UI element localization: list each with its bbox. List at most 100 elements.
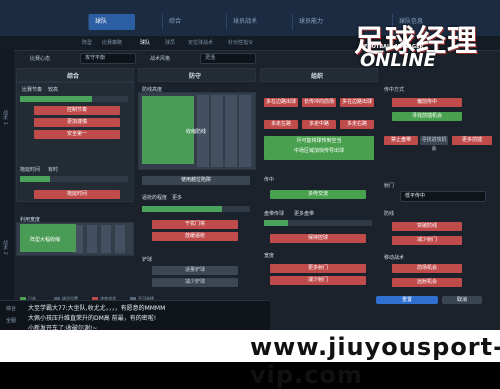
pressing-slider[interactable] bbox=[142, 206, 250, 212]
chat-label-general[interactable]: 综合 bbox=[6, 305, 16, 312]
wing-out-left-button[interactable]: 多在边路出球 bbox=[264, 98, 298, 107]
slow-press-button[interactable]: 放缓逼抢 bbox=[152, 232, 238, 241]
long-shot-label: 远射机会 bbox=[416, 279, 437, 285]
mentality-label: 比赛心态 bbox=[30, 56, 51, 62]
tab-overview[interactable]: 综合 bbox=[162, 14, 217, 30]
safety-first-button[interactable]: 安全第一 bbox=[34, 130, 120, 139]
tab-team-label: 球队 bbox=[95, 18, 108, 25]
go-center-button[interactable]: 多走中路 bbox=[302, 120, 336, 129]
go-left-label: 多走左路 bbox=[270, 121, 291, 127]
shoot-label: 射门 bbox=[384, 183, 395, 189]
go-right-button[interactable]: 多走右路 bbox=[340, 120, 374, 129]
watermark-url: www.jiuyousport-vip.com bbox=[250, 333, 500, 389]
wing-out-left-label: 多在边路出球 bbox=[265, 99, 296, 105]
cancel-button[interactable]: 取消 bbox=[442, 296, 482, 304]
chat-line-2: 大佩小孩压升维直荣升的DM高 前最，有的密啦! bbox=[28, 315, 157, 322]
moderate-tackle-label: 适量铲球 bbox=[184, 267, 205, 273]
seek-attack-button[interactable]: 寻找进攻机会 bbox=[420, 136, 448, 152]
front-chance-label: 前场机会 bbox=[416, 265, 437, 271]
tab-team[interactable]: 球队 bbox=[88, 14, 135, 30]
chat-label-server[interactable]: 全服 bbox=[6, 317, 16, 324]
wing-out-right-button[interactable]: 多在边路出球 bbox=[340, 98, 374, 107]
pass-to-space-label: 尽可能将球传到空当 bbox=[296, 138, 342, 144]
subtab-strategy[interactable]: 比赛策略 bbox=[102, 39, 122, 46]
more-careful-label: 更加谨慎 bbox=[66, 119, 87, 125]
long-shot-button[interactable]: 远射机会 bbox=[392, 278, 462, 287]
tab-player-ability[interactable]: 球员能力 bbox=[292, 14, 341, 30]
disrupt-keeper-label: 干扰门将 bbox=[184, 221, 205, 227]
more-runs-label: 更多前插 bbox=[461, 137, 482, 143]
no-dribble-button[interactable]: 禁止盘带 bbox=[384, 136, 418, 145]
subtab-team[interactable]: 球队 bbox=[140, 39, 150, 46]
pressing-value: 更多 bbox=[172, 195, 183, 201]
safety-first-label: 安全第一 bbox=[66, 131, 87, 137]
fewer-shots-button[interactable]: 减少射门 bbox=[270, 276, 366, 285]
shoot-dropdown[interactable]: 低平传中 bbox=[400, 191, 486, 202]
subtab-instructions[interactable]: 针对性指令 bbox=[228, 39, 253, 46]
style-value: 灵活 bbox=[205, 55, 216, 61]
more-careful-button[interactable]: 更加谨慎 bbox=[34, 118, 120, 127]
time-wasting-value: 有时 bbox=[48, 167, 59, 173]
defense-header: 防守 bbox=[138, 68, 256, 82]
mentality-value: 攻守平衡 bbox=[85, 55, 106, 61]
defense-title: 防守 bbox=[189, 73, 202, 80]
early-cross-button[interactable]: 偏前传中 bbox=[392, 98, 462, 107]
tab-overview-label: 综合 bbox=[169, 18, 182, 25]
time-wasting-button-label: 拖延时间 bbox=[66, 191, 87, 197]
cancel-label: 取消 bbox=[456, 297, 467, 303]
disrupt-keeper-button[interactable]: 干扰门将 bbox=[152, 220, 238, 229]
long-pass-button[interactable]: 长传冲向前场 bbox=[302, 98, 336, 107]
keep-ball-label: 保持控球 bbox=[307, 235, 328, 241]
narrow-defense-label: 收缩防线 bbox=[186, 129, 207, 135]
tempo-label: 比赛节奏 bbox=[22, 87, 43, 93]
dribble-label: 盘带传球 bbox=[264, 211, 285, 217]
cross-more-label: 多传交流 bbox=[307, 191, 328, 197]
more-shots-button[interactable]: 更多射门 bbox=[270, 264, 366, 273]
attack-lines-label: 传中方式 bbox=[384, 87, 405, 93]
tab-player-tactics[interactable]: 球员战术 bbox=[226, 14, 283, 30]
offside-trap-button[interactable]: 使用越位陷阱 bbox=[142, 176, 250, 185]
reset-button[interactable]: 重置 bbox=[376, 296, 438, 304]
slow-press-label: 放缓逼抢 bbox=[184, 233, 205, 239]
tempo-slider[interactable] bbox=[20, 96, 128, 102]
no-dribble-label: 禁止盘带 bbox=[390, 137, 411, 143]
go-center-label: 多走中路 bbox=[308, 121, 329, 127]
front-chance-button[interactable]: 前场机会 bbox=[392, 264, 462, 273]
time-wasting-label: 拖延时间 bbox=[20, 167, 41, 173]
dribble-value: 更多盘带 bbox=[294, 211, 315, 217]
style-dropdown[interactable]: 灵活 bbox=[200, 53, 256, 64]
break-line-button[interactable]: 突破防线 bbox=[392, 222, 462, 231]
go-left-button[interactable]: 多走左路 bbox=[264, 120, 298, 129]
tactic-2-tab[interactable]: 战术 2 bbox=[2, 240, 9, 255]
organization-title: 组织 bbox=[311, 73, 324, 80]
watermark-bar: www.jiuyousport-vip.com bbox=[0, 330, 500, 389]
pass-to-space-button[interactable]: 尽可能将球传到空当 中场区域加快传导出球 bbox=[264, 136, 374, 160]
moderate-tackle-button[interactable]: 适量铲球 bbox=[152, 266, 238, 275]
subtab-setpiece[interactable]: 定位球战术 bbox=[188, 39, 213, 46]
go-right-label: 多走右路 bbox=[346, 121, 367, 127]
reduce-tackle-button[interactable]: 减少铲球 bbox=[152, 278, 238, 287]
reduce-shoot-button[interactable]: 减少射门 bbox=[392, 236, 462, 245]
seek-forward-run-button[interactable]: 寻找前插机会 bbox=[392, 112, 462, 121]
reset-label: 重置 bbox=[401, 297, 412, 303]
subtab-formation[interactable]: 阵型 bbox=[82, 39, 92, 46]
reduce-shoot-label: 减少射门 bbox=[416, 237, 437, 243]
more-runs-button[interactable]: 更多前插 bbox=[452, 136, 492, 145]
control-tempo-button[interactable]: 控制节奏 bbox=[34, 106, 120, 115]
subtab-players[interactable]: 球员 bbox=[165, 39, 175, 46]
set-play-label: 移动战术 bbox=[384, 255, 405, 261]
zone-label: 防线 bbox=[384, 211, 395, 217]
tab-player-tactics-label: 球员战术 bbox=[233, 18, 258, 25]
seek-forward-run-label: 寻找前插机会 bbox=[411, 113, 442, 119]
break-line-label: 突破防线 bbox=[416, 223, 437, 229]
wing-out-right-label: 多在边路出球 bbox=[341, 99, 372, 105]
cross-more-button[interactable]: 多传交流 bbox=[270, 190, 366, 199]
dribble-slider[interactable] bbox=[264, 220, 372, 226]
time-wasting-button[interactable]: 拖延时间 bbox=[34, 190, 120, 199]
pressing-label: 逼抢的程度 bbox=[142, 195, 168, 201]
time-wasting-slider[interactable] bbox=[20, 176, 128, 182]
logo-subtitle: ONLINE bbox=[360, 50, 436, 71]
keep-ball-button[interactable]: 保持控球 bbox=[270, 234, 366, 243]
tactic-1-tab[interactable]: 战术 1 bbox=[2, 110, 9, 125]
mentality-dropdown[interactable]: 攻守平衡 bbox=[80, 53, 136, 64]
